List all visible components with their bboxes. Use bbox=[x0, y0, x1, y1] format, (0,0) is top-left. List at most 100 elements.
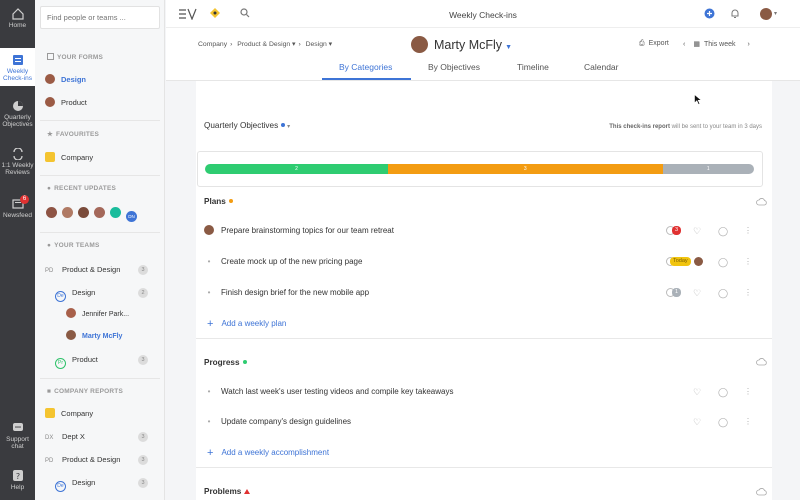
cloud-upload-icon[interactable] bbox=[756, 488, 767, 496]
chevron-right-icon: › bbox=[298, 41, 301, 48]
sidebar-form-product[interactable]: Product bbox=[45, 96, 160, 110]
rail-label: Help bbox=[10, 484, 25, 491]
divider bbox=[196, 467, 772, 468]
breadcrumb-item[interactable]: Product & Design ▾ bbox=[237, 41, 295, 48]
tab-by-categories[interactable]: By Categories bbox=[339, 62, 392, 72]
sidebar-form-design[interactable]: Design bbox=[45, 73, 160, 87]
breadcrumb-item[interactable]: Company bbox=[198, 41, 227, 48]
list-item[interactable]: • Watch last week's user testing videos a… bbox=[204, 384, 764, 400]
add-weekly-plan-button[interactable]: + Add a weekly plan bbox=[207, 318, 286, 330]
rail-item-support-chat[interactable]: Support chat bbox=[0, 422, 35, 450]
export-button[interactable]: ⎙ Export bbox=[639, 40, 669, 48]
heart-icon[interactable]: ♡ bbox=[693, 417, 701, 427]
rail-item-quarterly-objectives[interactable]: Quarterly Objectives bbox=[0, 100, 35, 128]
mouse-cursor-icon bbox=[694, 94, 702, 105]
progress-segment[interactable]: 3 bbox=[388, 164, 663, 174]
heart-icon[interactable]: ♡ bbox=[693, 387, 701, 397]
sidebar-report-design[interactable]: De Design 3 bbox=[55, 476, 160, 492]
progress-text: Watch last week's user testing videos an… bbox=[221, 387, 454, 396]
plus-icon: + bbox=[207, 447, 214, 459]
sidebar-report-company[interactable]: Company bbox=[45, 407, 160, 421]
more-icon[interactable]: ⋮ bbox=[744, 417, 752, 427]
tab-by-objectives[interactable]: By Objectives bbox=[428, 62, 480, 72]
comment-icon[interactable]: ◯ bbox=[718, 417, 728, 427]
team-label: Product bbox=[72, 355, 98, 364]
team-count: 2 bbox=[138, 288, 148, 298]
avatar bbox=[204, 225, 214, 235]
avatar[interactable] bbox=[62, 207, 73, 218]
progress-segment[interactable]: 2 bbox=[205, 164, 388, 174]
avatar[interactable] bbox=[46, 207, 57, 218]
more-icon[interactable]: ⋮ bbox=[744, 257, 752, 267]
cloud-upload-icon[interactable] bbox=[756, 358, 767, 366]
status-dot bbox=[228, 199, 233, 203]
rail-label: 1:1 Weekly Reviews bbox=[1, 162, 34, 176]
your-teams-label: YOUR TEAMS bbox=[54, 242, 100, 249]
rail-item-home[interactable]: Home bbox=[0, 8, 35, 29]
rail-item-help[interactable]: ? Help bbox=[0, 470, 35, 491]
add-icon[interactable] bbox=[704, 8, 715, 19]
report-note: This check-ins report will be sent to yo… bbox=[609, 124, 762, 130]
avatar[interactable] bbox=[110, 207, 121, 218]
chevron-left-icon[interactable]: ‹ bbox=[683, 41, 685, 48]
user-avatar[interactable] bbox=[760, 8, 772, 20]
tab-calendar[interactable]: Calendar bbox=[584, 62, 619, 72]
comment-icon[interactable]: ◯ bbox=[718, 226, 728, 236]
heart-icon[interactable]: ♡ bbox=[693, 226, 701, 236]
more-icon[interactable]: ⋮ bbox=[744, 387, 752, 397]
plan-text: Finish design brief for the new mobile a… bbox=[221, 288, 370, 297]
favourites-title: ★ FAVOURITES bbox=[47, 130, 99, 138]
sidebar-form-label: Product bbox=[61, 98, 87, 107]
bullet-icon: • bbox=[207, 288, 211, 297]
cloud-upload-icon[interactable] bbox=[756, 198, 767, 206]
list-item[interactable]: • Create mock up of the new pricing page … bbox=[204, 254, 764, 270]
chevron-down-icon[interactable]: ▾ bbox=[774, 10, 777, 17]
breadcrumb-item[interactable]: Design ▾ bbox=[306, 41, 332, 48]
list-item[interactable]: Prepare brainstorming topics for our tea… bbox=[204, 223, 764, 242]
progress-segment[interactable]: 1 bbox=[662, 164, 754, 174]
sidebar-report-product-design[interactable]: PD Product & Design 3 bbox=[45, 453, 160, 467]
divider bbox=[196, 338, 772, 339]
sidebar-member-marty[interactable]: Marty McFly bbox=[66, 330, 160, 344]
tab-timeline[interactable]: Timeline bbox=[517, 62, 549, 72]
sidebar-team-design[interactable]: De Design 2 bbox=[55, 286, 160, 302]
comment-icon[interactable]: ◯ bbox=[718, 288, 728, 298]
comment-icon[interactable]: ◯ bbox=[718, 257, 728, 267]
star-icon: ★ bbox=[47, 131, 54, 138]
more-icon[interactable]: ⋮ bbox=[744, 226, 752, 236]
your-forms-label: YOUR FORMS bbox=[57, 54, 104, 61]
home-icon bbox=[11, 8, 24, 20]
due-badge: 3 d bbox=[672, 226, 682, 242]
comment-icon[interactable]: ◯ bbox=[718, 387, 728, 397]
rail-item-reviews[interactable]: 1:1 Weekly Reviews bbox=[0, 148, 35, 176]
objectives-icon bbox=[12, 101, 23, 111]
report-label: Product & Design bbox=[62, 455, 121, 464]
progress-label: Progress bbox=[204, 358, 240, 367]
add-weekly-accomplishment-button[interactable]: + Add a weekly accomplishment bbox=[207, 447, 329, 459]
sidebar-team-product[interactable]: Pr Product 3 bbox=[55, 353, 160, 369]
chevron-right-icon[interactable]: › bbox=[747, 41, 749, 48]
sidebar-member-jennifer[interactable]: Jennifer Park... bbox=[66, 308, 160, 322]
search-input[interactable] bbox=[40, 6, 160, 29]
avatar[interactable] bbox=[94, 207, 105, 218]
rail-item-weekly-checkins[interactable]: Weekly Check-ins bbox=[0, 48, 35, 86]
status-dot bbox=[242, 360, 247, 364]
quarterly-objectives-title[interactable]: Quarterly Objectives ▾ bbox=[204, 121, 290, 130]
sidebar-team-product-design[interactable]: PD Product & Design 3 bbox=[45, 263, 160, 277]
sidebar-favourite-company[interactable]: Company bbox=[45, 151, 160, 165]
avatar[interactable] bbox=[78, 207, 89, 218]
more-icon[interactable]: ⋮ bbox=[744, 288, 752, 298]
bell-icon[interactable] bbox=[730, 8, 740, 19]
person-selector[interactable]: Marty McFly ▼ bbox=[411, 36, 512, 53]
rail-item-newsfeed[interactable]: 6 Newsfeed bbox=[0, 195, 35, 219]
avatar[interactable]: DN bbox=[126, 211, 137, 222]
divider bbox=[40, 378, 160, 379]
sidebar-report-dept-x[interactable]: DX Dept X 3 bbox=[45, 430, 160, 444]
chevron-down-icon: ▾ bbox=[287, 124, 291, 130]
list-item[interactable]: • Finish design brief for the new mobile … bbox=[204, 285, 764, 304]
bullet-icon: • bbox=[207, 387, 211, 396]
list-item[interactable]: • Update company's design guidelines ♡ ◯ … bbox=[204, 414, 764, 430]
due-badge: Today bbox=[670, 257, 691, 266]
heart-icon[interactable]: ♡ bbox=[693, 288, 701, 298]
week-selector[interactable]: ‹ ▦ This week › bbox=[683, 40, 750, 48]
